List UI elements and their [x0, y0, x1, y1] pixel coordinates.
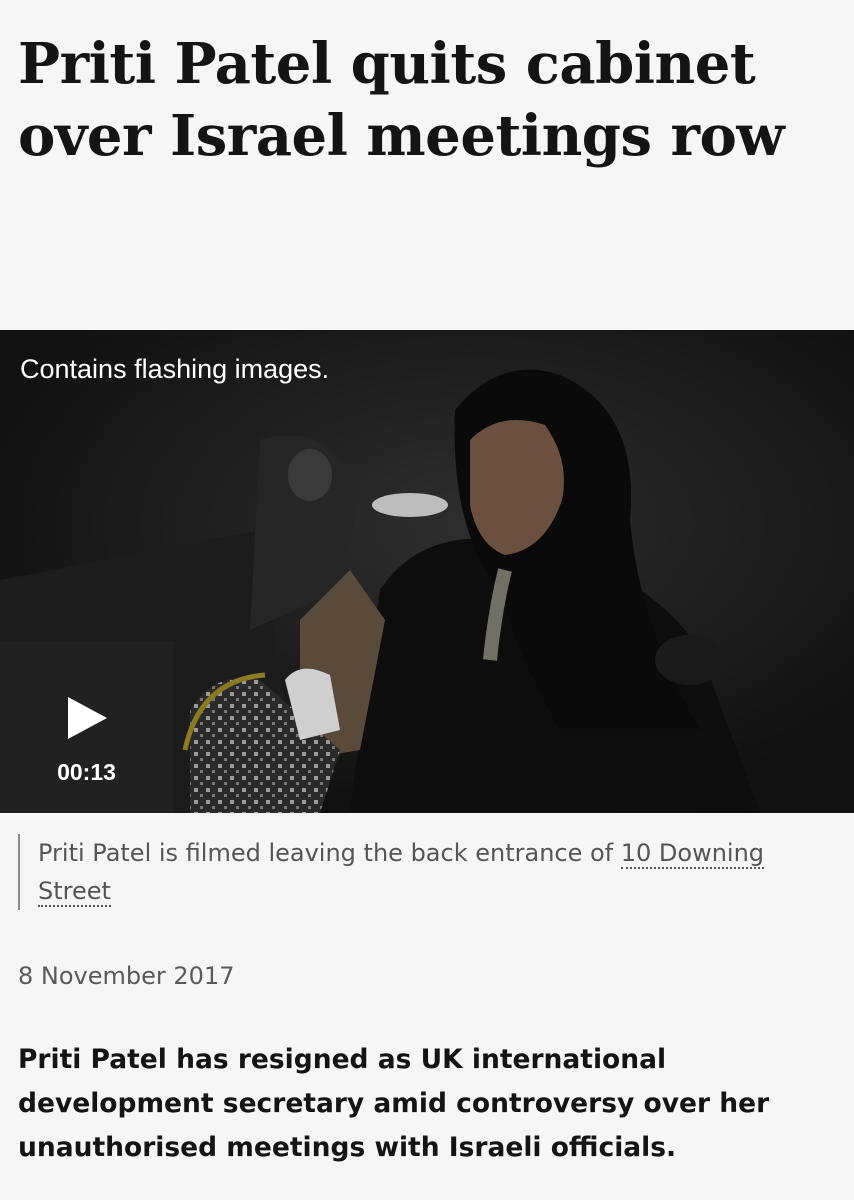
article-headline: Priti Patel quits cabinet over Israel me…	[18, 31, 785, 169]
video-player[interactable]: Contains flashing images. 00:13	[0, 330, 854, 813]
article-intro: Priti Patel has resigned as UK internati…	[18, 1044, 770, 1163]
article-date: 8 November 2017	[18, 962, 235, 990]
caption-text: Priti Patel is filmed leaving the back e…	[38, 839, 621, 867]
play-icon[interactable]	[68, 697, 107, 739]
play-button[interactable]: 00:13	[0, 641, 173, 813]
flashing-images-warning: Contains flashing images.	[20, 354, 330, 384]
video-duration: 00:13	[57, 759, 116, 785]
video-caption: Priti Patel is filmed leaving the back e…	[18, 834, 838, 910]
